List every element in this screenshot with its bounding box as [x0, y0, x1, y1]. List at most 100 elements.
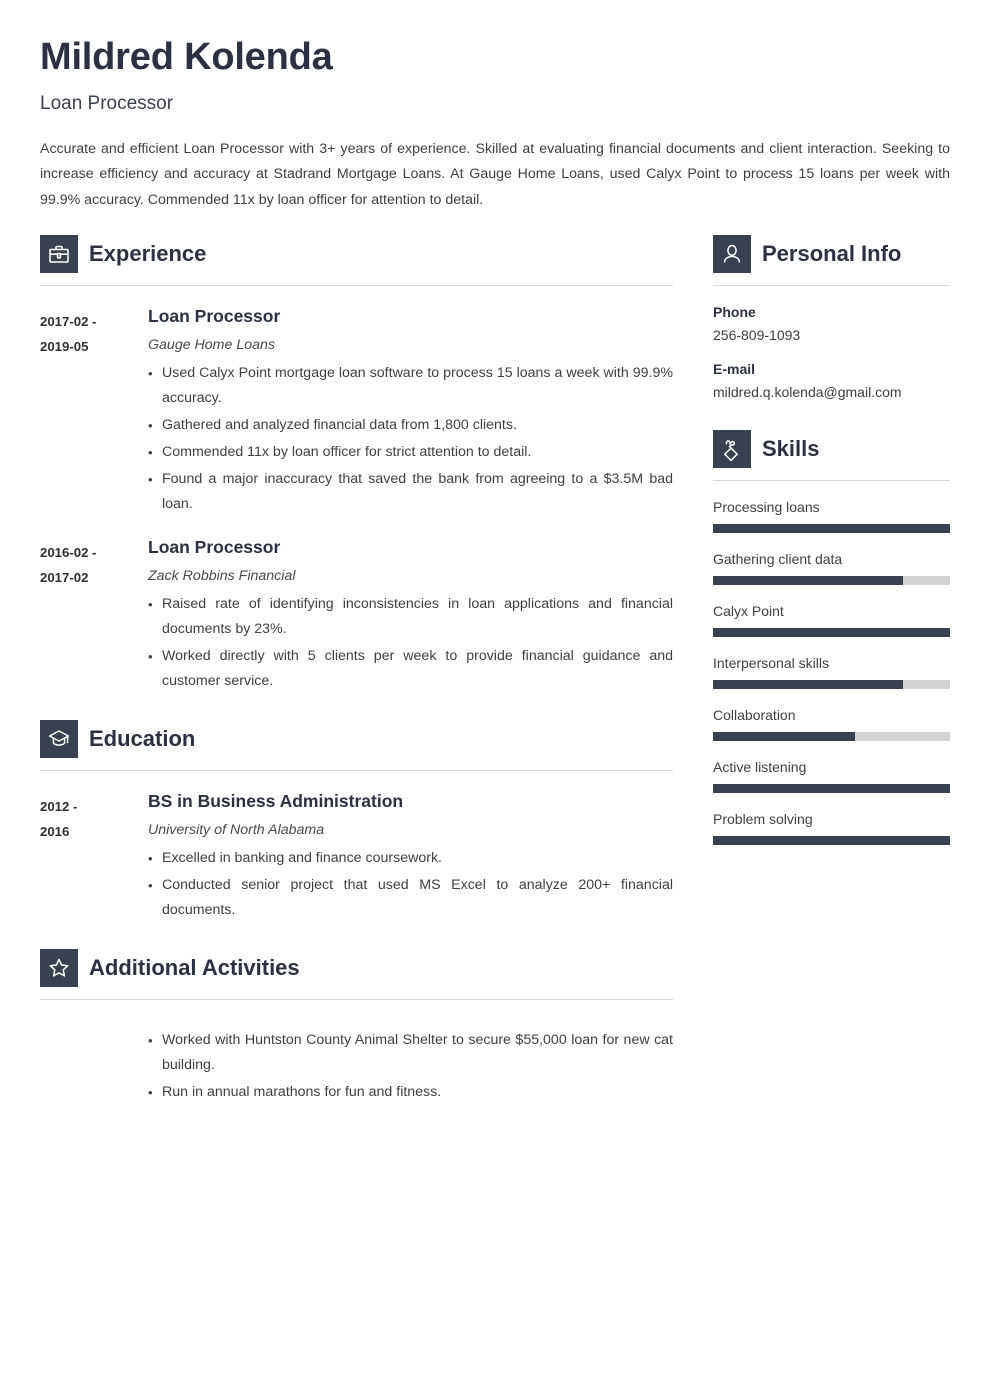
activities-bullet-list: Worked with Huntston County Animal Shelt… [148, 1028, 673, 1105]
entry-role: Loan Processor [148, 306, 281, 327]
experience-heading: Experience [40, 235, 673, 274]
experience-divider [40, 285, 673, 287]
skill-bar-track [713, 628, 950, 638]
candidate-job-title: Loan Processor [40, 92, 174, 114]
resume-body: Experience 2017-02 - 2019-05 Loan Proces… [0, 235, 990, 1105]
star-icon [40, 948, 78, 987]
skill-item: Processing loans [713, 499, 950, 534]
activities-title: Additional Activities [89, 954, 300, 980]
entry-role: Loan Processor [148, 537, 281, 558]
entry-bullet-list: Excelled in banking and finance coursewo… [148, 846, 673, 923]
skill-label: Gathering client data [713, 551, 843, 568]
skill-bar-fill [713, 628, 950, 638]
skill-bar-track [713, 524, 950, 534]
experience-entry: 2017-02 - 2019-05 Loan Processor Gauge H… [40, 306, 673, 517]
skill-bar-track [713, 576, 950, 586]
experience-title: Experience [89, 241, 207, 267]
skills-title: Skills [762, 436, 820, 462]
entry-dates-empty [40, 1020, 148, 1105]
education-title: Education [89, 725, 196, 751]
skill-label: Processing loans [713, 499, 820, 516]
activities-entry: Worked with Huntston County Animal Shelt… [40, 1020, 673, 1105]
section-additional-activities: Additional Activities Worked with Huntst… [40, 948, 673, 1105]
email-value: mildred.q.kolenda@gmail.com [713, 384, 902, 401]
left-column: Experience 2017-02 - 2019-05 Loan Proces… [40, 235, 673, 1105]
professional-summary: Accurate and efficient Loan Processor wi… [40, 140, 950, 208]
skill-item: Calyx Point [713, 603, 950, 638]
list-item: Raised rate of identifying inconsistenci… [148, 592, 673, 642]
skill-label: Interpersonal skills [713, 655, 829, 672]
entry-organization: Zack Robbins Financial [148, 567, 296, 584]
entry-dates: 2017-02 - 2019-05 [40, 306, 148, 517]
activities-divider [40, 998, 673, 1000]
skill-bar-track [713, 732, 950, 742]
skills-divider [713, 480, 950, 482]
entry-school: University of North Alabama [148, 821, 325, 838]
person-icon [713, 235, 751, 274]
list-item: Run in annual marathons for fun and fitn… [148, 1080, 673, 1105]
skill-bar-fill [713, 680, 903, 690]
experience-entry: 2016-02 - 2017-02 Loan Processor Zack Ro… [40, 537, 673, 694]
skill-bar-fill [713, 524, 950, 534]
resume-header: Mildred Kolenda Loan Processor Accurate … [0, 0, 990, 213]
right-column: Personal Info Phone 256-809-1093 E-mail … [713, 235, 950, 846]
entry-body: Worked with Huntston County Animal Shelt… [148, 1020, 673, 1105]
entry-body: BS in Business Administration University… [148, 791, 673, 923]
personal-info-title: Personal Info [762, 241, 902, 267]
skill-bar-fill [713, 576, 903, 586]
skill-bar-fill [713, 836, 950, 846]
education-heading: Education [40, 719, 673, 758]
resume-page: Mildred Kolenda Loan Processor Accurate … [0, 0, 990, 1400]
skill-label: Calyx Point [713, 603, 784, 620]
education-divider [40, 769, 673, 771]
entry-date-line: 2019-05 [40, 339, 89, 355]
entry-bullet-list: Used Calyx Point mortgage loan software … [148, 361, 673, 517]
skill-item: Gathering client data [713, 551, 950, 586]
section-education: Education 2012 - 2016 BS in Business Adm… [40, 719, 673, 923]
entry-date-line: 2012 - [40, 798, 78, 814]
entry-bullet-list: Raised rate of identifying inconsistenci… [148, 592, 673, 694]
skill-item: Active listening [713, 759, 950, 794]
section-skills: Skills Processing loans Gathering client… [713, 430, 950, 846]
graduation-cap-icon [40, 719, 78, 758]
section-experience: Experience 2017-02 - 2019-05 Loan Proces… [40, 235, 673, 694]
entry-dates: 2012 - 2016 [40, 791, 148, 923]
entry-organization: Gauge Home Loans [148, 337, 275, 354]
candidate-name: Mildred Kolenda [40, 36, 333, 78]
entry-date-line: 2016-02 - [40, 545, 97, 561]
list-item: Excelled in banking and finance coursewo… [148, 846, 673, 871]
skill-item: Collaboration [713, 707, 950, 742]
section-personal-info: Personal Info Phone 256-809-1093 E-mail … [713, 235, 950, 400]
list-item: Gathered and analyzed financial data fro… [148, 413, 673, 438]
skill-item: Problem solving [713, 811, 950, 846]
briefcase-icon [40, 235, 78, 274]
list-item: Conducted senior project that used MS Ex… [148, 873, 673, 923]
skill-bar-track [713, 680, 950, 690]
list-item: Worked with Huntston County Animal Shelt… [148, 1028, 673, 1078]
list-item: Worked directly with 5 clients per week … [148, 644, 673, 694]
phone-label: Phone [713, 304, 756, 321]
personal-info-divider [713, 285, 950, 287]
skill-bar-track [713, 836, 950, 846]
skill-bar-fill [713, 732, 856, 742]
list-item: Used Calyx Point mortgage loan software … [148, 361, 673, 411]
skill-item: Interpersonal skills [713, 655, 950, 690]
education-entry: 2012 - 2016 BS in Business Administratio… [40, 791, 673, 923]
entry-degree: BS in Business Administration [148, 790, 404, 811]
entry-date-line: 2017-02 - [40, 314, 97, 330]
skill-label: Problem solving [713, 811, 813, 828]
entry-dates: 2016-02 - 2017-02 [40, 537, 148, 694]
skill-bar-track [713, 784, 950, 794]
email-label: E-mail [713, 361, 756, 378]
entry-date-line: 2017-02 [40, 570, 89, 586]
entry-body: Loan Processor Zack Robbins Financial Ra… [148, 537, 673, 694]
list-item: Commended 11x by loan officer for strict… [148, 440, 673, 465]
entry-date-line: 2016 [40, 823, 70, 839]
skill-label: Collaboration [713, 707, 796, 724]
skill-label: Active listening [713, 759, 807, 776]
phone-value: 256-809-1093 [713, 327, 801, 344]
personal-info-heading: Personal Info [713, 235, 950, 274]
list-item: Found a major inaccuracy that saved the … [148, 467, 673, 517]
skill-bar-fill [713, 784, 950, 794]
skills-heading: Skills [713, 430, 950, 469]
